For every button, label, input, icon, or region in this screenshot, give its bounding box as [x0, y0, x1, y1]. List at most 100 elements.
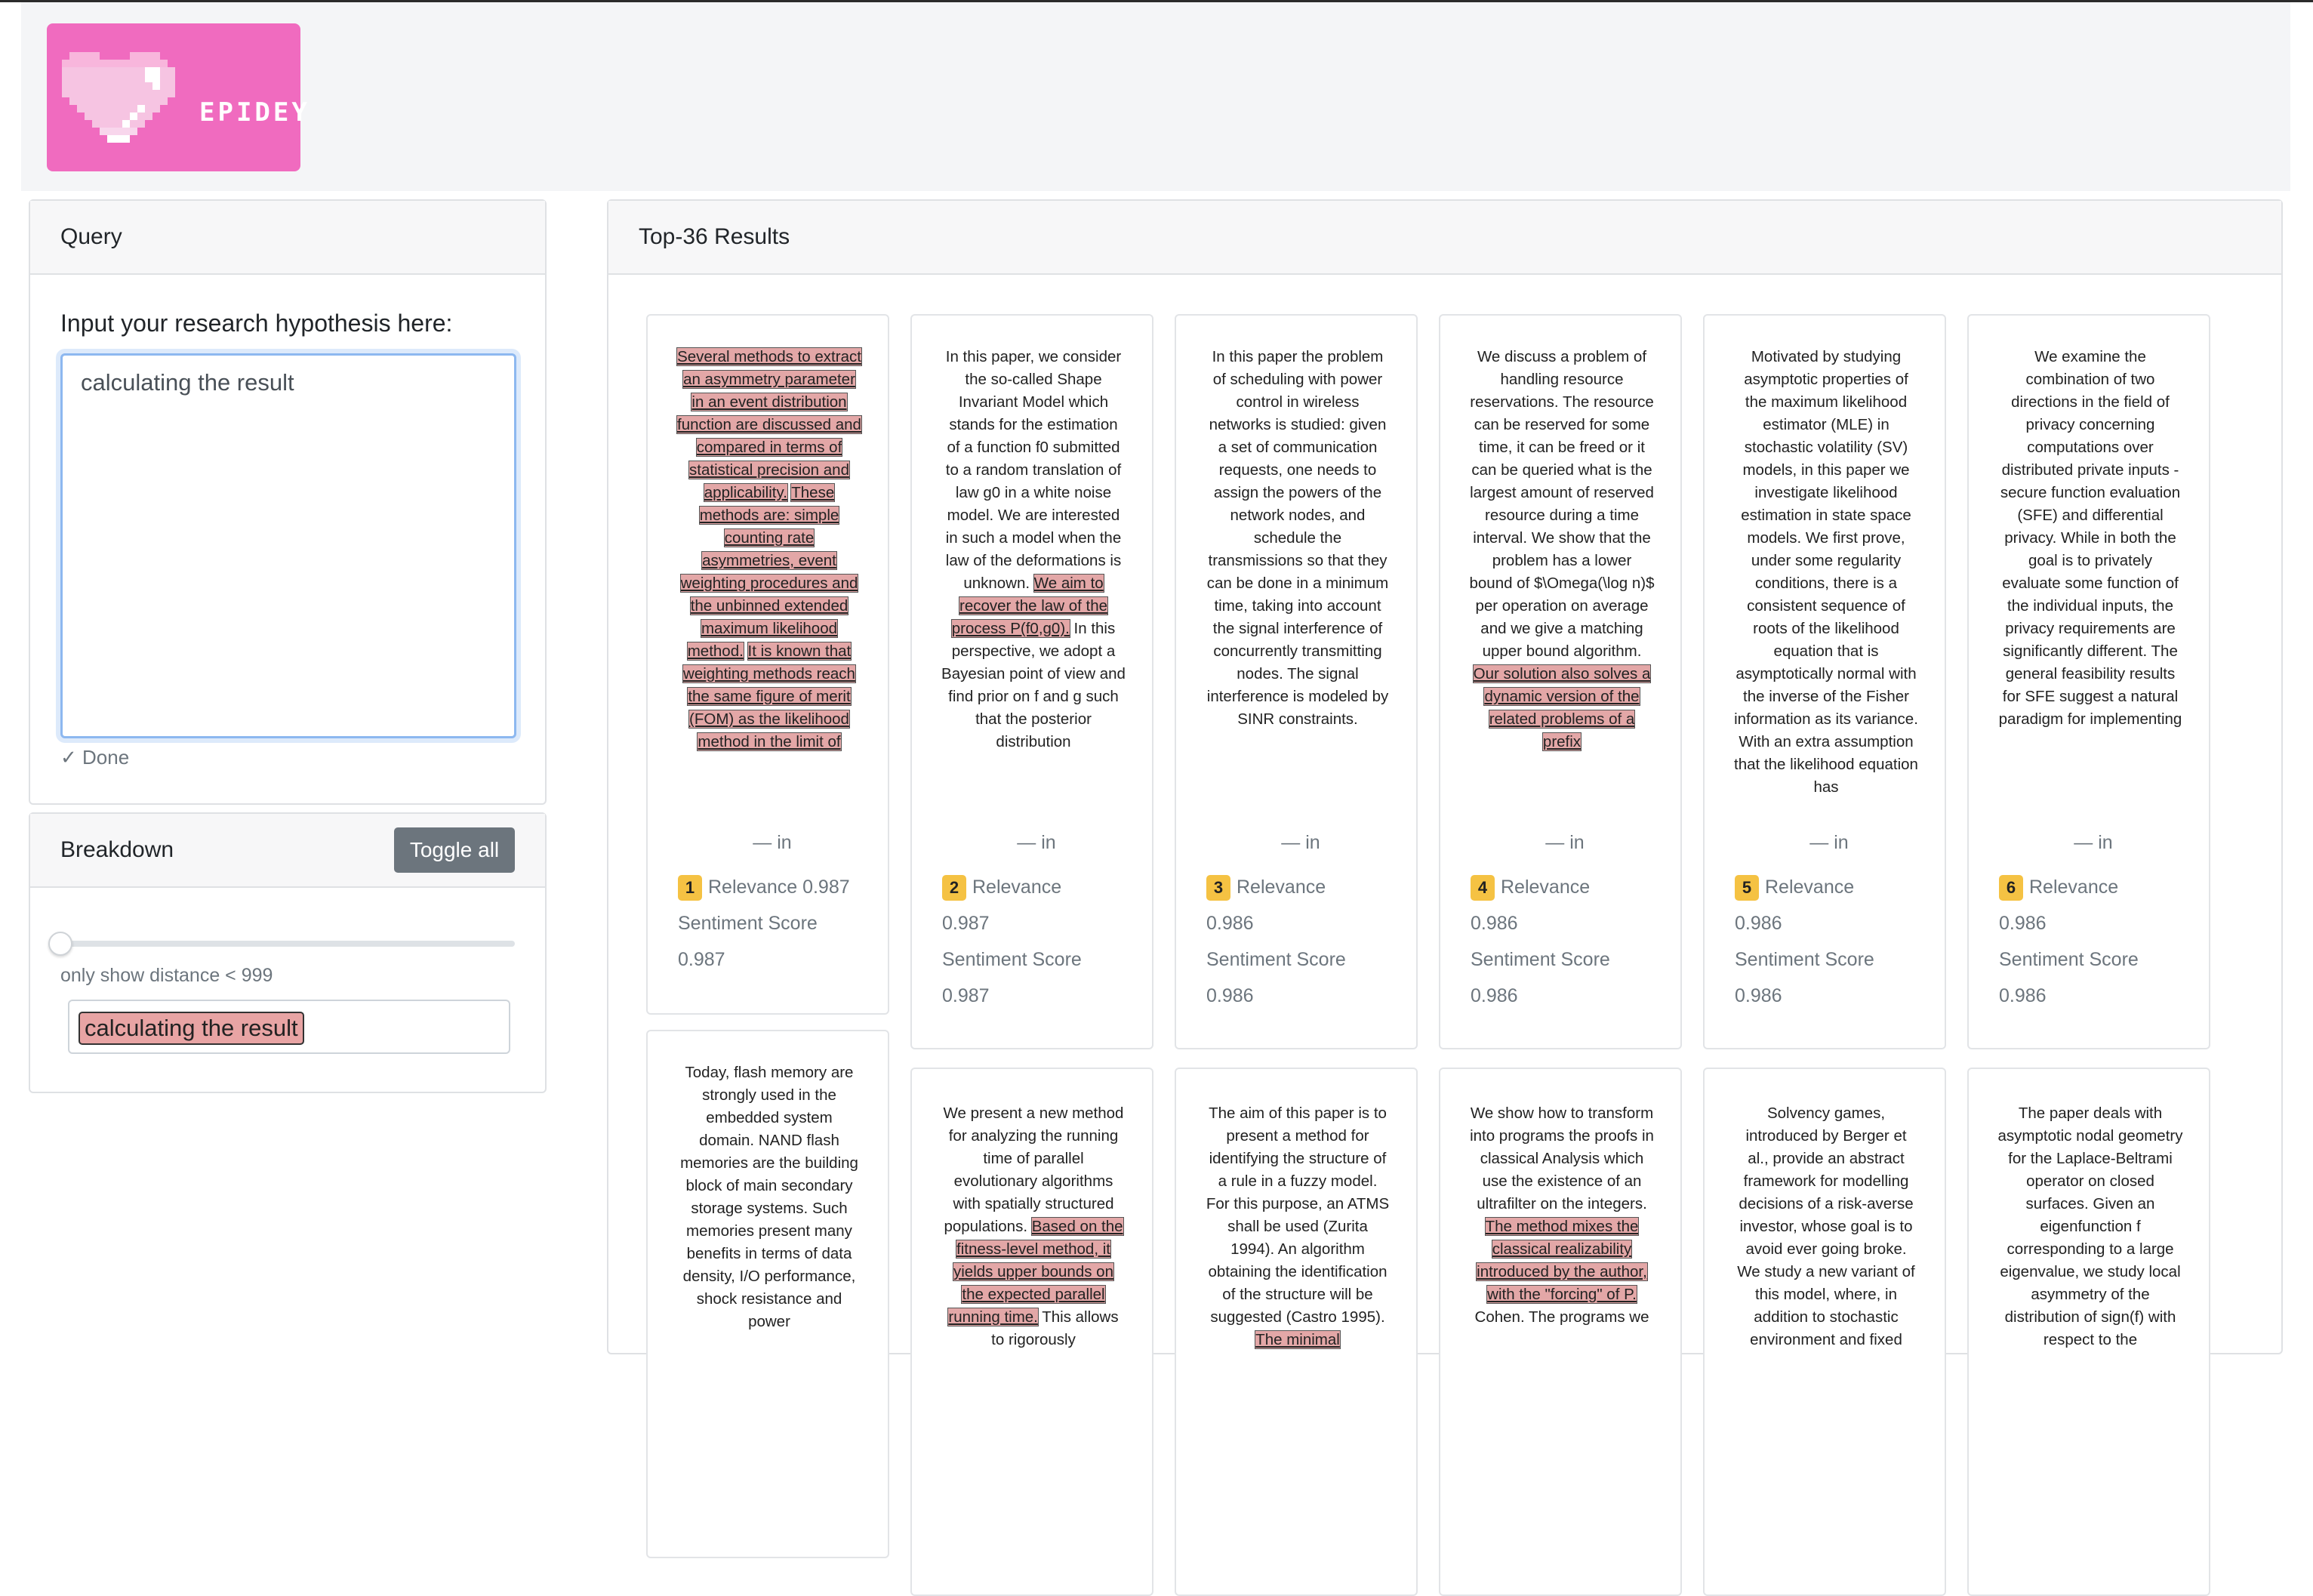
- relevance-label: Relevance: [1237, 877, 1326, 898]
- query-status: ✓ Done: [60, 746, 130, 769]
- sentiment-label: Sentiment Score: [1735, 949, 1874, 970]
- result-card[interactable]: We present a new method for analyzing th…: [910, 1068, 1153, 1596]
- sentiment-label: Sentiment Score: [1206, 949, 1346, 970]
- rank-badge: 5: [1735, 875, 1759, 901]
- venue-line: — in: [1809, 832, 1849, 853]
- highlighted-sentence[interactable]: The minimal: [1255, 1330, 1341, 1349]
- result-abstract: We discuss a problem of handling resourc…: [1469, 346, 1655, 799]
- rank-badge: 4: [1471, 875, 1495, 901]
- distance-caption: only show distance < 999: [60, 965, 273, 986]
- brand-name: EPIDEY: [199, 97, 310, 128]
- result-abstract: The aim of this paper is to present a me…: [1205, 1102, 1391, 1555]
- abstract-text: We present a new method for analyzing th…: [943, 1105, 1124, 1235]
- abstract-text: The paper deals with asymptotic nodal ge…: [1997, 1105, 2183, 1348]
- relevance-label: Relevance: [972, 877, 1062, 898]
- result-card[interactable]: Several methods to extract an asymmetry …: [646, 314, 889, 1015]
- results-title: Top-36 Results: [639, 224, 790, 249]
- highlighted-sentence[interactable]: Our solution also solves a dynamic versi…: [1472, 664, 1652, 751]
- result-card[interactable]: Solvency games, introduced by Berger et …: [1703, 1068, 1946, 1596]
- relevance-value: 0.986: [1471, 913, 1518, 934]
- result-card[interactable]: Motivated by studying asymptotic propert…: [1703, 314, 1946, 1049]
- venue-line: — in: [2074, 832, 2113, 853]
- epidey-logo[interactable]: EPIDEY: [47, 23, 307, 171]
- result-card[interactable]: The aim of this paper is to present a me…: [1175, 1068, 1418, 1596]
- relevance-value: 0.986: [1735, 913, 1782, 934]
- result-card[interactable]: We discuss a problem of handling resourc…: [1439, 314, 1682, 1049]
- abstract-text: In this perspective, we adopt a Bayesian…: [941, 620, 1126, 750]
- abstract-text: We examine the combination of two direct…: [1998, 348, 2182, 728]
- sentiment-value: 0.986: [1999, 985, 2047, 1006]
- result-card[interactable]: We examine the combination of two direct…: [1967, 314, 2210, 1049]
- abstract-text: We discuss a problem of handling resourc…: [1469, 348, 1655, 660]
- sentiment-label: Sentiment Score: [1471, 949, 1610, 970]
- highlighted-sentence[interactable]: Several methods to extract an asymmetry …: [676, 347, 862, 502]
- toggle-all-button[interactable]: Toggle all: [394, 827, 515, 873]
- abstract-text: Motivated by studying asymptotic propert…: [1734, 348, 1918, 796]
- result-abstract: We present a new method for analyzing th…: [941, 1102, 1126, 1555]
- sentiment-value: 0.986: [1471, 985, 1518, 1006]
- query-title: Query: [60, 224, 122, 249]
- heart-icon: [62, 52, 175, 143]
- result-meta: — in 3 Relevance 0.986 Sentiment Score 0.986: [1206, 832, 1395, 1014]
- result-card[interactable]: Today, flash memory are strongly used in…: [646, 1030, 889, 1558]
- result-abstract: Motivated by studying asymptotic propert…: [1733, 346, 1919, 799]
- venue-line: — in: [753, 832, 792, 853]
- relevance-row: 3 Relevance: [1206, 869, 1395, 905]
- relevance-value: 0.986: [1999, 913, 2047, 934]
- distance-slider-track[interactable]: [62, 941, 515, 947]
- relevance-value: 0.986: [1206, 913, 1254, 934]
- result-abstract: We show how to transform into programs t…: [1469, 1102, 1655, 1555]
- result-meta: — in 1 Relevance 0.987 Sentiment Score 0.987: [678, 832, 867, 978]
- distance-slider-handle[interactable]: [48, 932, 72, 956]
- abstract-text: Solvency games, introduced by Berger et …: [1737, 1105, 1915, 1348]
- relevance-row: 6 Relevance: [1999, 869, 2188, 905]
- sentiment-value: 0.986: [1206, 985, 1254, 1006]
- breakdown-field[interactable]: calculating the result: [68, 1000, 510, 1054]
- rank-badge: 1: [678, 875, 702, 901]
- result-card[interactable]: In this paper, we consider the so-called…: [910, 314, 1153, 1049]
- relevance-row: 2 Relevance: [942, 869, 1131, 905]
- results-panel: Top-36 Results Several methods to extrac…: [607, 199, 2283, 1596]
- sentiment-label: Sentiment Score: [678, 913, 818, 934]
- result-meta: — in 2 Relevance 0.987 Sentiment Score 0.987: [942, 832, 1131, 1014]
- relevance-label: Relevance: [1765, 877, 1855, 898]
- highlighted-sentence[interactable]: These methods are: simple counting rate …: [679, 483, 859, 661]
- query-chip[interactable]: calculating the result: [79, 1012, 304, 1045]
- sentiment-label: Sentiment Score: [942, 949, 1082, 970]
- sentiment-value: 0.987: [678, 949, 725, 970]
- result-abstract: Several methods to extract an asymmetry …: [676, 346, 862, 799]
- result-meta: — in 5 Relevance 0.986 Sentiment Score 0.986: [1735, 832, 1923, 1014]
- result-abstract: Solvency games, introduced by Berger et …: [1733, 1102, 1919, 1555]
- hypothesis-input[interactable]: calculating the result: [60, 353, 516, 738]
- abstract-text: Today, flash memory are strongly used in…: [680, 1064, 858, 1330]
- app-header: EPIDEY: [21, 2, 2290, 191]
- abstract-text: Cohen. The programs we: [1474, 1308, 1649, 1326]
- abstract-text: We show how to transform into programs t…: [1470, 1105, 1654, 1212]
- breakdown-panel-header: Breakdown Toggle all: [30, 814, 545, 888]
- sentiment-label: Sentiment Score: [1999, 949, 2139, 970]
- abstract-text: [744, 642, 748, 660]
- result-abstract: We examine the combination of two direct…: [1997, 346, 2183, 799]
- result-card[interactable]: We show how to transform into programs t…: [1439, 1068, 1682, 1596]
- result-card[interactable]: The paper deals with asymptotic nodal ge…: [1967, 1068, 2210, 1596]
- relevance-label: Relevance: [1501, 877, 1591, 898]
- sentiment-value: 0.987: [942, 985, 990, 1006]
- relevance-row: 4 Relevance: [1471, 869, 1659, 905]
- result-meta: — in 4 Relevance 0.986 Sentiment Score 0.986: [1471, 832, 1659, 1014]
- relevance-label: Relevance: [2029, 877, 2119, 898]
- venue-line: — in: [1545, 832, 1585, 853]
- query-panel: Query Input your research hypothesis her…: [29, 199, 547, 805]
- highlighted-sentence[interactable]: The method mixes the classical realizabi…: [1476, 1217, 1648, 1304]
- query-panel-header: Query: [30, 201, 545, 275]
- results-panel-header: Top-36 Results: [608, 201, 2281, 275]
- relevance-row: 1 Relevance 0.987: [678, 869, 867, 905]
- sentiment-value: 0.986: [1735, 985, 1782, 1006]
- result-abstract: The paper deals with asymptotic nodal ge…: [1997, 1102, 2183, 1555]
- venue-line: — in: [1017, 832, 1056, 853]
- rank-badge: 6: [1999, 875, 2023, 901]
- abstract-text: In this paper, we consider the so-called…: [945, 348, 1122, 592]
- result-abstract: In this paper the problem of scheduling …: [1205, 346, 1391, 799]
- result-abstract: In this paper, we consider the so-called…: [941, 346, 1126, 799]
- result-card[interactable]: In this paper the problem of scheduling …: [1175, 314, 1418, 1049]
- venue-line: — in: [1281, 832, 1320, 853]
